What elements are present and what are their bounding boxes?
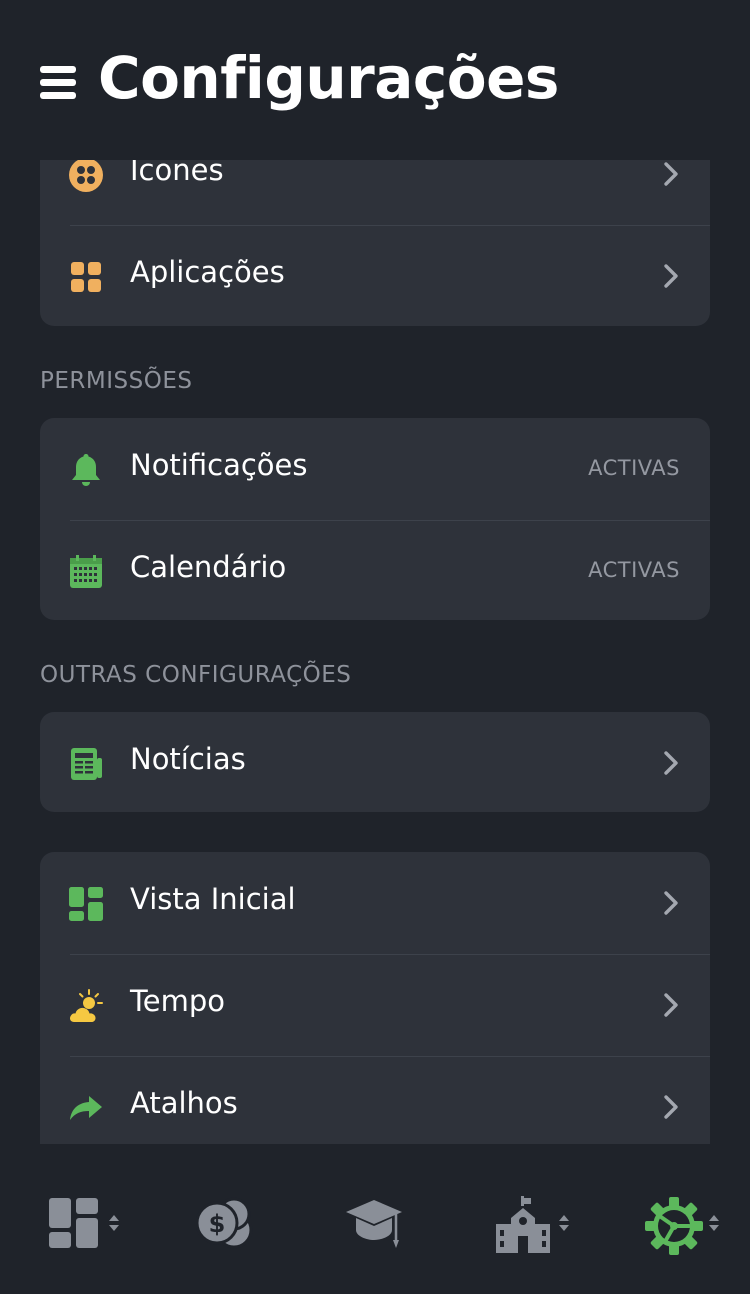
chevron-right-icon xyxy=(664,264,678,288)
list-item-label: Calendário xyxy=(130,550,287,584)
tab-bar: $ xyxy=(0,1144,750,1294)
weather-icon xyxy=(70,989,103,1022)
apps-grid-icon xyxy=(71,262,101,292)
settings-scroll-area[interactable]: Ícones Aplicações PERMISSÕES Notificaçõe… xyxy=(0,160,750,1144)
calendar-icon xyxy=(70,555,102,588)
chevron-right-icon xyxy=(664,162,678,186)
dashboard-icon xyxy=(69,887,103,921)
list-item-weather[interactable]: Tempo xyxy=(40,954,710,1056)
permissions-card: Notificações ACTIVAS Calendário ACTIVAS xyxy=(40,418,710,620)
sort-arrows-icon xyxy=(559,1215,569,1231)
chevron-right-icon xyxy=(664,993,678,1017)
school-building-icon xyxy=(496,1196,550,1253)
header: Configurações xyxy=(0,0,750,160)
graduation-cap-icon xyxy=(346,1200,402,1248)
dashboard-icon xyxy=(49,1198,98,1248)
list-item-icons[interactable]: Ícones xyxy=(40,160,710,225)
icons-icon xyxy=(69,160,103,192)
list-item-home-view[interactable]: Vista Inicial xyxy=(40,852,710,954)
tab-school[interactable] xyxy=(494,1196,570,1256)
hamburger-menu-icon[interactable] xyxy=(40,66,76,99)
home-card: Vista Inicial Tempo Atalhos xyxy=(40,852,710,1144)
list-item-apps[interactable]: Aplicações xyxy=(40,225,710,326)
sort-arrows-icon xyxy=(109,1215,119,1231)
coins-icon: $ xyxy=(196,1197,253,1249)
chevron-right-icon xyxy=(664,1095,678,1119)
tab-settings[interactable] xyxy=(644,1196,722,1256)
gear-icon xyxy=(645,1197,703,1255)
tab-dashboard[interactable] xyxy=(48,1196,124,1256)
section-title-permissions: PERMISSÕES xyxy=(40,368,193,394)
list-item-label: Vista Inicial xyxy=(130,882,296,916)
chevron-right-icon xyxy=(664,751,678,775)
section-title-other: OUTRAS CONFIGURAÇÕES xyxy=(40,662,352,688)
list-item-label: Aplicações xyxy=(130,255,285,289)
chevron-right-icon xyxy=(664,891,678,915)
bell-icon xyxy=(72,454,100,486)
list-item-calendar[interactable]: Calendário ACTIVAS xyxy=(40,520,710,620)
appearance-card: Ícones Aplicações xyxy=(40,160,710,326)
tab-finance[interactable]: $ xyxy=(196,1196,254,1256)
page-title: Configurações xyxy=(98,44,559,112)
list-item-label: Notícias xyxy=(130,742,246,776)
other-card: Notícias xyxy=(40,712,710,812)
tab-academic[interactable] xyxy=(344,1196,404,1256)
list-item-label: Ícones xyxy=(130,160,224,187)
list-item-news[interactable]: Notícias xyxy=(40,712,710,812)
sort-arrows-icon xyxy=(709,1215,719,1231)
list-item-notifications[interactable]: Notificações ACTIVAS xyxy=(40,418,710,520)
list-item-label: Tempo xyxy=(130,984,226,1018)
newspaper-icon xyxy=(71,748,102,780)
list-item-label: Notificações xyxy=(130,448,308,482)
svg-text:$: $ xyxy=(209,1210,226,1238)
list-item-shortcuts[interactable]: Atalhos xyxy=(40,1056,710,1144)
status-value: ACTIVAS xyxy=(588,558,680,582)
share-arrow-icon xyxy=(70,1096,102,1120)
list-item-label: Atalhos xyxy=(130,1086,238,1120)
status-value: ACTIVAS xyxy=(588,456,680,480)
